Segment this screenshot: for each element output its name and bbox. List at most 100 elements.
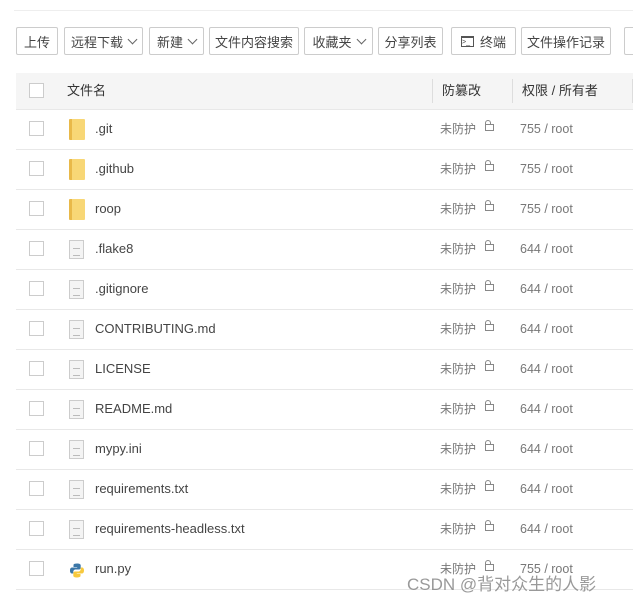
permission-owner[interactable]: 755 / root	[520, 109, 573, 149]
unlock-icon[interactable]	[485, 400, 494, 411]
unlock-icon[interactable]	[485, 480, 494, 491]
new-label: 新建	[156, 34, 183, 50]
upload-button[interactable]: 上传	[16, 27, 58, 55]
table-row[interactable]: CONTRIBUTING.md 未防护 644 / root	[16, 309, 633, 350]
table-row[interactable]: mypy.ini 未防护 644 / root	[16, 429, 633, 470]
table-row[interactable]: requirements.txt 未防护 644 / root	[16, 469, 633, 510]
header-tamper[interactable]: 防篡改	[442, 73, 481, 109]
tamper-status[interactable]: 未防护	[440, 509, 476, 549]
share-list-button[interactable]: 分享列表	[378, 27, 443, 55]
share-list-label: 分享列表	[384, 34, 437, 50]
unlock-icon[interactable]	[485, 360, 494, 371]
table-row[interactable]: roop 未防护 755 / root	[16, 189, 633, 230]
file-icon	[69, 520, 84, 539]
row-checkbox[interactable]	[29, 281, 44, 296]
terminal-button[interactable]: >_ 终端	[451, 27, 516, 55]
upload-label: 上传	[23, 34, 50, 50]
file-icon	[69, 440, 84, 459]
file-name[interactable]: .github	[95, 149, 134, 189]
favorites-label: 收藏夹	[312, 34, 352, 50]
permission-owner[interactable]: 644 / root	[520, 229, 573, 269]
table-row[interactable]: README.md 未防护 644 / root	[16, 389, 633, 430]
file-icon	[69, 240, 84, 259]
watermark: CSDN @背对众生的人影	[407, 575, 597, 594]
table-row[interactable]: .github 未防护 755 / root	[16, 149, 633, 190]
file-icon	[69, 480, 84, 499]
row-checkbox[interactable]	[29, 441, 44, 456]
row-checkbox[interactable]	[29, 241, 44, 256]
table-row[interactable]: requirements-headless.txt 未防护 644 / root	[16, 509, 633, 550]
permission-owner[interactable]: 644 / root	[520, 429, 573, 469]
select-all-checkbox[interactable]	[29, 83, 44, 98]
table-row[interactable]: .gitignore 未防护 644 / root	[16, 269, 633, 310]
more-button[interactable]	[624, 27, 633, 55]
column-divider	[512, 79, 513, 103]
tamper-status[interactable]: 未防护	[440, 149, 476, 189]
op-log-button[interactable]: 文件操作记录	[521, 27, 611, 55]
unlock-icon[interactable]	[485, 320, 494, 331]
permission-owner[interactable]: 755 / root	[520, 149, 573, 189]
row-checkbox[interactable]	[29, 481, 44, 496]
content-search-button[interactable]: 文件内容搜索	[209, 27, 299, 55]
header-name[interactable]: 文件名	[67, 73, 106, 109]
row-checkbox[interactable]	[29, 561, 44, 576]
tamper-status[interactable]: 未防护	[440, 229, 476, 269]
unlock-icon[interactable]	[485, 520, 494, 531]
file-name[interactable]: README.md	[95, 389, 172, 429]
file-name[interactable]: .git	[95, 109, 112, 149]
row-checkbox[interactable]	[29, 321, 44, 336]
row-checkbox[interactable]	[29, 201, 44, 216]
row-checkbox[interactable]	[29, 361, 44, 376]
favorites-button[interactable]: 收藏夹	[304, 27, 373, 55]
folder-icon	[69, 119, 85, 140]
permission-owner[interactable]: 644 / root	[520, 349, 573, 389]
row-checkbox[interactable]	[29, 161, 44, 176]
new-button[interactable]: 新建	[149, 27, 204, 55]
tamper-status[interactable]: 未防护	[440, 269, 476, 309]
file-name[interactable]: roop	[95, 189, 121, 229]
row-checkbox[interactable]	[29, 121, 44, 136]
table-header: 文件名 防篡改 权限 / 所有者	[16, 73, 633, 110]
folder-icon	[69, 199, 85, 220]
file-name[interactable]: run.py	[95, 549, 131, 589]
file-name[interactable]: requirements.txt	[95, 469, 188, 509]
tamper-status[interactable]: 未防护	[440, 389, 476, 429]
tamper-status[interactable]: 未防护	[440, 309, 476, 349]
permission-owner[interactable]: 644 / root	[520, 309, 573, 349]
folder-icon	[69, 159, 85, 180]
tamper-status[interactable]: 未防护	[440, 429, 476, 469]
unlock-icon[interactable]	[485, 440, 494, 451]
tamper-status[interactable]: 未防护	[440, 349, 476, 389]
tamper-status[interactable]: 未防护	[440, 189, 476, 229]
unlock-icon[interactable]	[485, 200, 494, 211]
unlock-icon[interactable]	[485, 280, 494, 291]
remote-download-button[interactable]: 远程下载	[64, 27, 143, 55]
terminal-label: 终端	[479, 34, 506, 50]
row-checkbox[interactable]	[29, 401, 44, 416]
file-name[interactable]: LICENSE	[95, 349, 151, 389]
file-name[interactable]: mypy.ini	[95, 429, 142, 469]
tamper-status[interactable]: 未防护	[440, 109, 476, 149]
file-name[interactable]: .flake8	[95, 229, 133, 269]
tamper-status[interactable]: 未防护	[440, 469, 476, 509]
table-row[interactable]: .flake8 未防护 644 / root	[16, 229, 633, 270]
file-name[interactable]: CONTRIBUTING.md	[95, 309, 216, 349]
terminal-icon: >_	[460, 35, 474, 47]
unlock-icon[interactable]	[485, 160, 494, 171]
column-divider	[432, 79, 433, 103]
unlock-icon[interactable]	[485, 120, 494, 131]
unlock-icon[interactable]	[485, 240, 494, 251]
content-search-label: 文件内容搜索	[214, 34, 293, 50]
permission-owner[interactable]: 644 / root	[520, 509, 573, 549]
table-row[interactable]: LICENSE 未防护 644 / root	[16, 349, 633, 390]
file-name[interactable]: .gitignore	[95, 269, 148, 309]
permission-owner[interactable]: 644 / root	[520, 469, 573, 509]
permission-owner[interactable]: 755 / root	[520, 189, 573, 229]
table-row[interactable]: .git 未防护 755 / root	[16, 109, 633, 150]
row-checkbox[interactable]	[29, 521, 44, 536]
file-name[interactable]: requirements-headless.txt	[95, 509, 245, 549]
file-icon	[69, 360, 84, 379]
permission-owner[interactable]: 644 / root	[520, 269, 573, 309]
permission-owner[interactable]: 644 / root	[520, 389, 573, 429]
header-perm[interactable]: 权限 / 所有者	[522, 73, 598, 109]
